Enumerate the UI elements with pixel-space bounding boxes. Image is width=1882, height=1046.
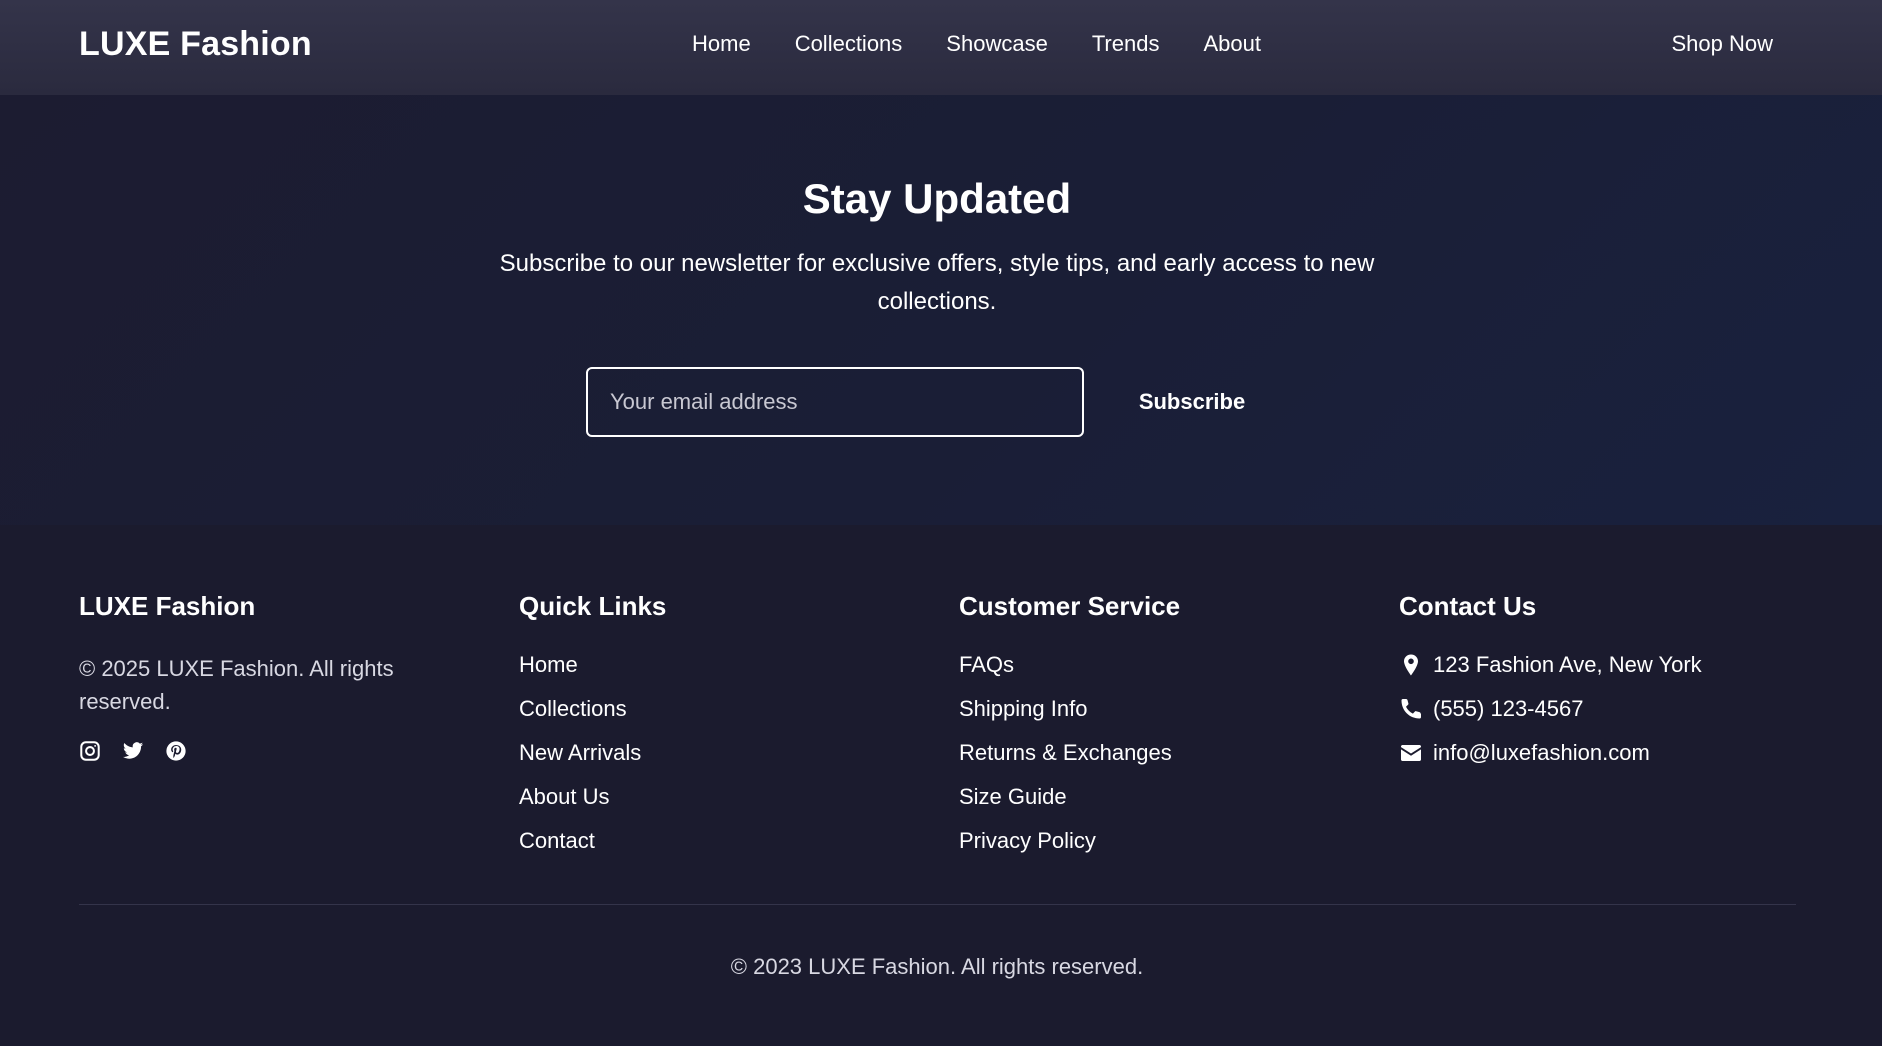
nav-home[interactable]: Home bbox=[692, 31, 751, 57]
footer-bottom-copyright: © 2023 LUXE Fashion. All rights reserved… bbox=[730, 954, 1144, 979]
top-navigation-bar: LUXE Fashion Home Collections Showcase T… bbox=[0, 0, 1882, 95]
phone-icon bbox=[1399, 697, 1423, 721]
quick-links-column: Quick Links Home Collections New Arrival… bbox=[519, 591, 666, 872]
customer-service-title: Customer Service bbox=[959, 591, 1181, 621]
site-footer: LUXE Fashion © 2025 LUXE Fashion. All ri… bbox=[0, 525, 1882, 1046]
customer-service-column: Customer Service FAQs Shipping Info Retu… bbox=[959, 591, 1180, 872]
quick-links-list: Home Collections New Arrivals About Us C… bbox=[519, 652, 666, 854]
contact-email: info@luxefashion.com bbox=[1399, 740, 1702, 766]
instagram-icon[interactable] bbox=[79, 740, 101, 762]
contact-email-text[interactable]: info@luxefashion.com bbox=[1433, 740, 1650, 766]
subscribe-button[interactable]: Subscribe bbox=[1110, 367, 1274, 437]
quick-links-title: Quick Links bbox=[519, 591, 667, 621]
map-pin-icon bbox=[1399, 653, 1423, 677]
footer-link-contact[interactable]: Contact bbox=[519, 828, 666, 854]
newsletter-title: Stay Updated bbox=[802, 175, 1072, 222]
footer-brand-title: LUXE Fashion bbox=[79, 591, 256, 621]
footer-brand-column: LUXE Fashion © 2025 LUXE Fashion. All ri… bbox=[79, 591, 439, 762]
footer-brand-copyright: © 2025 LUXE Fashion. All rights reserved… bbox=[79, 656, 394, 714]
brand-logo[interactable]: LUXE Fashion bbox=[79, 25, 312, 64]
customer-service-list: FAQs Shipping Info Returns & Exchanges S… bbox=[959, 652, 1180, 854]
footer-link-home[interactable]: Home bbox=[519, 652, 666, 678]
contact-column: Contact Us 123 Fashion Ave, New York (55… bbox=[1399, 591, 1702, 784]
contact-address-text: 123 Fashion Ave, New York bbox=[1433, 652, 1702, 677]
nav-showcase[interactable]: Showcase bbox=[946, 31, 1048, 57]
footer-divider bbox=[79, 904, 1796, 905]
footer-link-shipping-info[interactable]: Shipping Info bbox=[959, 696, 1180, 722]
contact-phone: (555) 123-4567 bbox=[1399, 696, 1702, 722]
footer-link-new-arrivals[interactable]: New Arrivals bbox=[519, 740, 666, 766]
shop-now-button[interactable]: Shop Now bbox=[1671, 31, 1773, 57]
envelope-icon bbox=[1399, 741, 1423, 765]
footer-link-collections[interactable]: Collections bbox=[519, 696, 666, 722]
contact-phone-text[interactable]: (555) 123-4567 bbox=[1433, 696, 1583, 722]
footer-link-returns-exchanges[interactable]: Returns & Exchanges bbox=[959, 740, 1180, 766]
footer-link-faqs[interactable]: FAQs bbox=[959, 652, 1180, 678]
social-links bbox=[79, 740, 439, 762]
email-input[interactable] bbox=[586, 367, 1084, 437]
newsletter-section: Stay Updated Subscribe to our newsletter… bbox=[0, 95, 1882, 525]
contact-address: 123 Fashion Ave, New York bbox=[1399, 652, 1702, 678]
pinterest-icon[interactable] bbox=[165, 740, 187, 762]
nav-about[interactable]: About bbox=[1203, 31, 1261, 57]
newsletter-subtitle: Subscribe to our newsletter for exclusiv… bbox=[499, 250, 1375, 315]
footer-link-about-us[interactable]: About Us bbox=[519, 784, 666, 810]
footer-link-size-guide[interactable]: Size Guide bbox=[959, 784, 1180, 810]
twitter-icon[interactable] bbox=[122, 740, 144, 762]
contact-title: Contact Us bbox=[1399, 591, 1537, 621]
nav-trends[interactable]: Trends bbox=[1092, 31, 1160, 57]
nav-collections[interactable]: Collections bbox=[795, 31, 903, 57]
main-nav: Home Collections Showcase Trends About bbox=[692, 31, 1261, 57]
footer-link-privacy-policy[interactable]: Privacy Policy bbox=[959, 828, 1180, 854]
